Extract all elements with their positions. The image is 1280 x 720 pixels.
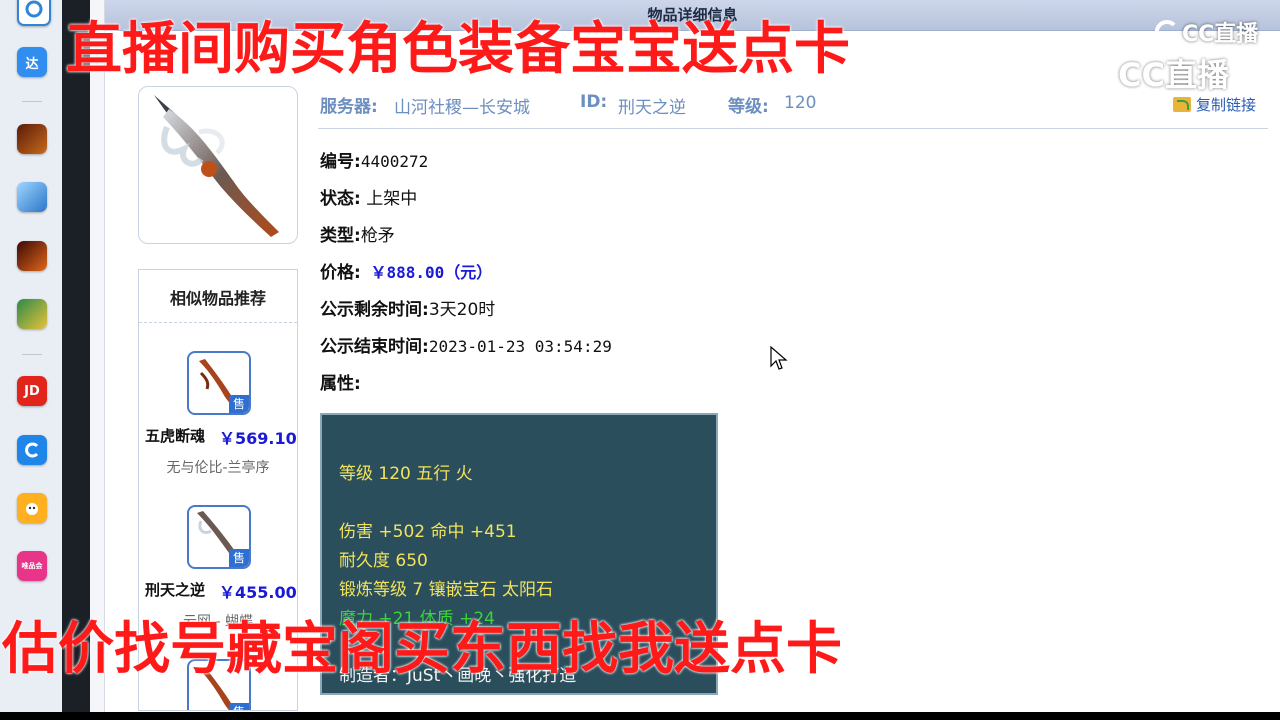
item-thumbnail[interactable]: 售 [187,351,251,415]
detail-row-type: 类型:枪矛 [320,221,395,246]
app-icon-1[interactable] [17,0,51,26]
detail-label: 价格: [320,263,361,283]
bottom-edge [0,712,1280,720]
watermark-large-text: CC直播 [1118,56,1229,94]
level-value: 120 [784,93,817,113]
detail-row-price: 价格: ￥888.00（元） [320,258,492,283]
attribute-line: 伤害 +502 命中 +451 [339,522,517,542]
mouse-cursor-icon [770,346,788,370]
jd-icon[interactable]: JD [17,376,47,406]
detail-row-remaining: 公示剩余时间:3天20时 [320,295,495,320]
sold-badge: 售 [229,703,249,710]
id-label: ID: [580,92,608,112]
price-value: ￥888.00（元） [360,263,493,282]
similar-item-price: ￥455.00 [219,583,297,602]
cc-logo-icon [1154,20,1176,44]
detail-value: 上架中 [360,189,418,209]
detail-row-status: 状态: 上架中 [320,184,417,209]
watermark-small: CC直播 [1152,16,1258,48]
spear-icon [154,95,279,237]
detail-label: 公示结束时间: [320,337,429,357]
attribute-line: 耐久度 650 [339,551,428,571]
detail-value: 4400272 [360,152,429,171]
copy-link-icon [1173,97,1191,112]
detail-label: 公示剩余时间: [320,300,429,320]
cc-icon[interactable] [17,435,47,465]
shop-icon[interactable]: 唯品会 [17,551,47,581]
detail-row-end-time: 公示结束时间:2023-01-23 03:54:29 [320,332,612,357]
game-icon-3[interactable] [17,299,47,329]
copy-link-button[interactable]: 复制链接 [1173,94,1256,115]
similar-item-name[interactable]: 五虎断魂 [145,425,205,446]
detail-row-id: 编号:4400272 [320,147,428,172]
cc-logo-icon [1078,55,1108,91]
promo-banner-top: 直播间购买角色装备宝宝送点卡 [66,17,850,82]
game-icon-2[interactable] [17,182,47,212]
similar-item-server: 无与伦比-兰亭序 [166,460,270,476]
game-icon-1[interactable] [17,124,47,154]
watermark-large: CC直播 [1072,50,1229,96]
level-label: 等级: [728,97,769,117]
detail-value: 2023-01-23 03:54:29 [428,337,612,356]
detail-label: 编号: [320,152,361,172]
detail-label: 类型: [320,226,361,246]
promo-banner-bottom: 估价找号藏宝阁买东西找我送点卡 [2,617,842,682]
sold-badge: 售 [229,549,249,567]
da-icon[interactable]: 达 [17,47,47,77]
item-thumbnail[interactable]: 售 [187,505,251,569]
copy-link-label: 复制链接 [1196,96,1257,114]
attribute-line: 等级 120 五行 火 [339,464,473,484]
sold-badge: 售 [229,395,249,413]
similar-item[interactable]: 售 五虎断魂 ￥569.10 无与伦比-兰亭序 [139,351,297,476]
detail-value: 3天20时 [428,300,496,320]
id-value: 刑天之逆 [618,98,686,118]
detail-label: 属性: [320,374,361,394]
dock-separator [22,101,42,102]
detail-row-attributes: 属性: [320,369,361,394]
bao-icon[interactable] [17,241,47,271]
watermark-small-text: CC直播 [1182,22,1259,47]
detail-label: 状态: [320,189,361,209]
attribute-line: 锻炼等级 7 镶嵌宝石 太阳石 [339,580,554,600]
server-label: 服务器: [320,97,378,117]
dock-separator [22,354,42,355]
pet-icon[interactable] [17,493,47,523]
similar-items-title: 相似物品推荐 [139,270,297,323]
detail-value: 枪矛 [360,226,395,246]
item-image [138,86,298,244]
similar-item-name[interactable]: 刑天之逆 [145,579,205,600]
server-value: 山河社稷—长安城 [394,98,530,118]
similar-item-price: ￥569.10 [219,429,297,448]
